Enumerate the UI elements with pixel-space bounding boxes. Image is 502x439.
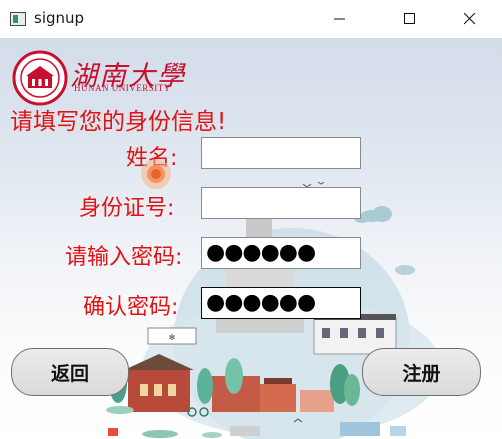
- id-number-label: 身份证号:: [79, 196, 175, 221]
- password-input[interactable]: ●●●●●●: [201, 237, 361, 269]
- signup-form-area: ✻ 湖南大學 HUNAN UNIVERSITY 请填写您的身份信息! 姓名: 身…: [0, 38, 502, 439]
- form-heading: 请填写您的身份信息!: [10, 109, 227, 135]
- close-icon: [464, 13, 476, 25]
- title-bar: signup: [0, 0, 502, 38]
- id-number-input[interactable]: [201, 187, 361, 219]
- maximize-button[interactable]: [387, 0, 433, 38]
- register-button[interactable]: 注册: [362, 348, 481, 396]
- cursor-highlight-icon: [141, 159, 171, 189]
- svg-text:✻: ✻: [169, 333, 176, 342]
- university-emblem-logo: [12, 50, 68, 106]
- maximize-icon: [404, 13, 415, 24]
- close-button[interactable]: [447, 0, 493, 38]
- confirm-password-input[interactable]: ●●●●●●: [201, 287, 361, 319]
- back-button[interactable]: 返回: [11, 348, 129, 396]
- minimize-button[interactable]: [317, 0, 363, 38]
- confirm-password-label: 确认密码:: [83, 295, 179, 320]
- name-input[interactable]: [201, 137, 361, 169]
- window-title: signup: [34, 9, 85, 27]
- password-label: 请输入密码:: [65, 245, 183, 270]
- minimize-icon: [334, 18, 345, 20]
- university-english-name: HUNAN UNIVERSITY: [74, 83, 171, 93]
- app-icon: [10, 12, 26, 26]
